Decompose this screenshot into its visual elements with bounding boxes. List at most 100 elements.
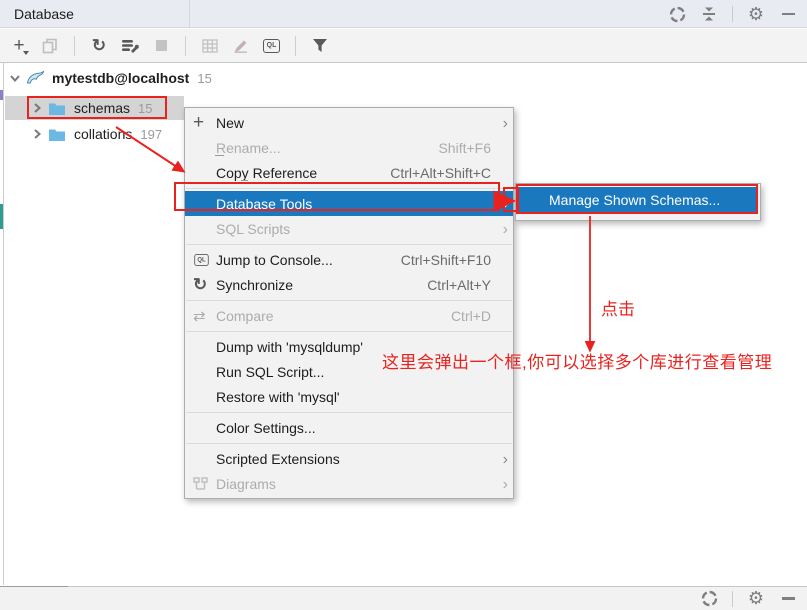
header-separator [732, 6, 733, 22]
submenu-arrow-icon [497, 115, 508, 131]
menu-separator [186, 330, 512, 332]
menu-item-label: Scripted Extensions [216, 450, 340, 467]
menu-item-label: New [216, 114, 245, 131]
menu-item-scripted-extensions[interactable]: Scripted Extensions [185, 446, 513, 471]
bottom-tab-edge [0, 586, 68, 587]
tree-row-collations[interactable]: collations 197 [28, 122, 162, 146]
connection-name: mytestdb@localhost [52, 70, 190, 86]
plus-icon [193, 116, 216, 130]
toolbar-separator [74, 35, 75, 56]
console-icon [193, 253, 216, 267]
database-tools-submenu: Manage Shown Schemas... [515, 183, 761, 221]
database-toolbar [0, 29, 807, 63]
folder-icon [48, 99, 68, 117]
refresh-icon[interactable] [90, 37, 108, 55]
menu-item-restore-with-mysql[interactable]: Restore with 'mysql' [185, 384, 513, 409]
menu-item-label: Dump with 'mysqldump' [216, 338, 363, 355]
stop-icon[interactable] [152, 37, 170, 55]
submenu-arrow-icon [497, 196, 508, 212]
menu-item-label: Run SQL Script... [216, 363, 325, 380]
context-menu: New Rename... Shift+F6 Copy Reference Ct… [184, 107, 514, 499]
stripe-mark-purple [0, 90, 3, 100]
panel-edge [3, 63, 4, 585]
gear-icon[interactable] [747, 590, 765, 608]
gear-icon[interactable] [747, 5, 765, 23]
bottom-tool-window-bar [0, 586, 807, 610]
menu-item-run-sql-script[interactable]: Run SQL Script... [185, 359, 513, 384]
menu-item-shortcut: Shift+F6 [438, 139, 491, 156]
menu-item-shortcut: Ctrl+Alt+Shift+C [390, 164, 491, 181]
menu-item-label: Rename... [216, 139, 281, 156]
menu-item-label: Compare [216, 307, 274, 324]
add-icon[interactable] [10, 37, 29, 55]
menu-item-color-settings[interactable]: Color Settings... [185, 415, 513, 440]
submenu-arrow-icon [497, 476, 508, 492]
menu-item-label: Copy Reference [216, 164, 318, 181]
menu-item-label: SQL Scripts [216, 220, 291, 237]
console-icon[interactable] [263, 38, 280, 53]
menu-item-label: Manage Shown Schemas... [549, 192, 721, 208]
menu-item-compare[interactable]: Compare Ctrl+D [185, 303, 513, 328]
tool-window-header: Database [0, 0, 807, 28]
menu-item-database-tools[interactable]: Database Tools [185, 191, 513, 216]
menu-separator [186, 187, 512, 189]
edit-pencil-icon[interactable] [232, 37, 250, 55]
menu-item-diagrams[interactable]: Diagrams [185, 471, 513, 496]
menu-item-jump-to-console[interactable]: Jump to Console... Ctrl+Shift+F10 [185, 247, 513, 272]
menu-separator [186, 411, 512, 413]
menu-item-copy-reference[interactable]: Copy Reference Ctrl+Alt+Shift+C [185, 160, 513, 185]
caret-down-icon [23, 50, 29, 55]
compare-icon [193, 307, 216, 325]
chevron-down-icon[interactable] [6, 70, 24, 86]
menu-item-synchronize[interactable]: Synchronize Ctrl+Alt+Y [185, 272, 513, 297]
node-count: 15 [138, 100, 153, 116]
menu-item-shortcut: Ctrl+Alt+Y [427, 276, 491, 293]
mysql-dolphin-icon [26, 69, 46, 87]
menu-item-shortcut: Ctrl+Shift+F10 [400, 251, 491, 268]
tab-database-label: Database [14, 6, 74, 22]
toolbar-separator [295, 35, 296, 56]
menu-item-dump-with-mysqldump[interactable]: Dump with 'mysqldump' [185, 334, 513, 359]
mnemonic-underline [215, 155, 224, 156]
node-label: schemas [74, 100, 131, 116]
table-grid-icon[interactable] [201, 37, 219, 55]
tab-database[interactable]: Database [0, 0, 190, 28]
tree-row-connection[interactable]: mytestdb@localhost 15 [6, 64, 212, 92]
diagram-icon [193, 476, 216, 491]
toolbar-separator [185, 35, 186, 56]
menu-item-rename[interactable]: Rename... Shift+F6 [185, 135, 513, 160]
data-source-properties-icon[interactable] [121, 37, 139, 55]
database-tool-window: Database ⚙ + ↻ QL mytestdb@localhost 15 … [0, 0, 807, 610]
menu-separator [186, 299, 512, 301]
hide-icon[interactable] [779, 5, 797, 23]
menu-separator [186, 243, 512, 245]
tree-row-schemas[interactable]: schemas 15 [28, 96, 153, 120]
segmented-circle-icon[interactable] [668, 5, 686, 23]
menu-item-shortcut: Ctrl+D [450, 307, 491, 324]
menu-item-sql-scripts[interactable]: SQL Scripts [185, 216, 513, 241]
submenu-arrow-icon [497, 451, 508, 467]
refresh-icon [193, 275, 216, 295]
bottombar-separator [732, 590, 733, 607]
segmented-circle-icon[interactable] [700, 590, 718, 608]
node-count: 197 [140, 126, 163, 142]
mnemonic-underline [241, 180, 248, 181]
chevron-right-icon[interactable] [28, 100, 46, 116]
copy-icon[interactable] [41, 37, 59, 55]
menu-item-label: Color Settings... [216, 419, 316, 436]
menu-item-label: Diagrams [216, 475, 276, 492]
chevron-right-icon[interactable] [28, 126, 46, 142]
node-label: collations [74, 126, 133, 142]
connection-count: 15 [197, 70, 212, 86]
filter-icon[interactable] [311, 37, 329, 55]
menu-separator [186, 442, 512, 444]
stripe-mark-teal [0, 204, 3, 229]
submenu-arrow-icon [497, 221, 508, 237]
menu-item-manage-shown-schemas[interactable]: Manage Shown Schemas... [519, 187, 757, 213]
menu-item-label: Database Tools [216, 195, 313, 212]
menu-item-label: Jump to Console... [216, 251, 333, 268]
menu-item-new[interactable]: New [185, 110, 513, 135]
collapse-icon[interactable] [700, 5, 718, 23]
menu-item-label: Restore with 'mysql' [216, 388, 340, 405]
hide-icon[interactable] [779, 590, 797, 608]
